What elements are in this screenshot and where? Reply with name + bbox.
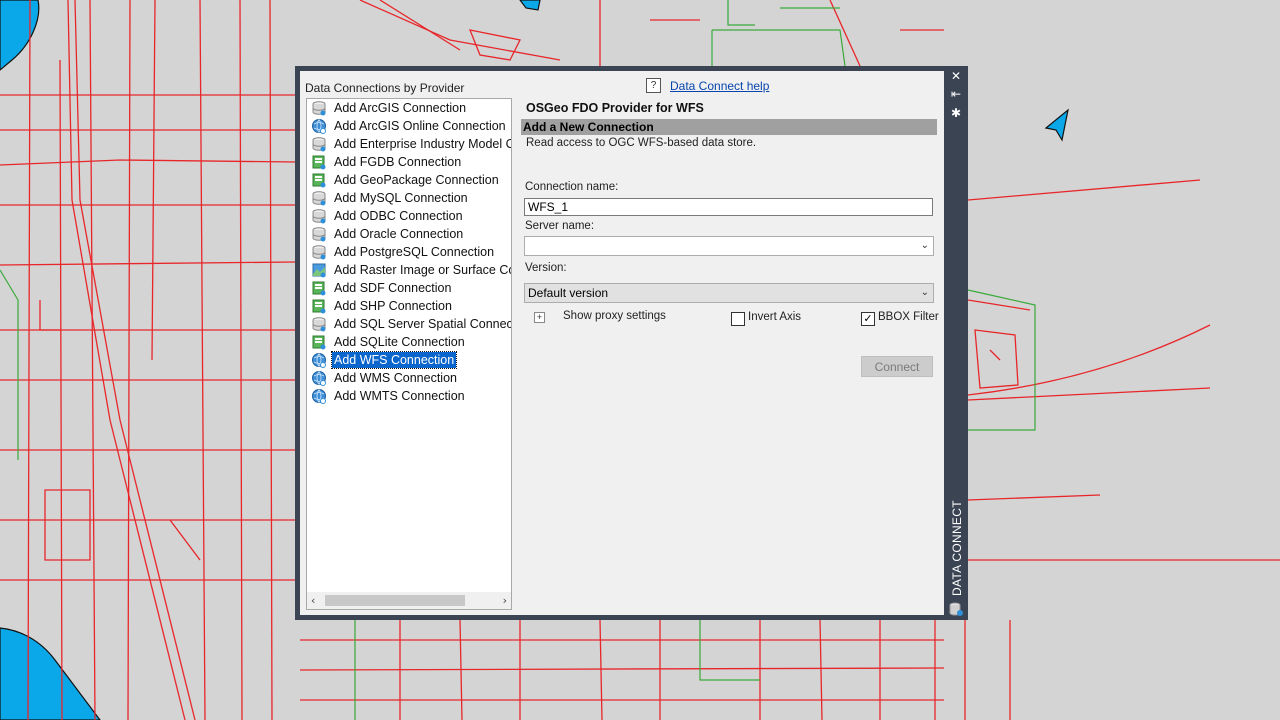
provider-item-label: Add PostgreSQL Connection bbox=[334, 245, 495, 259]
database-icon bbox=[312, 101, 326, 116]
provider-description: Read access to OGC WFS-based data store. bbox=[526, 137, 757, 149]
palette-titlebar[interactable]: ✕ ⇤ ✱ DATA CONNECT bbox=[944, 66, 968, 620]
help-icon[interactable]: ? bbox=[646, 78, 661, 93]
provider-item-label: Add SDF Connection bbox=[334, 281, 452, 295]
connect-button[interactable]: Connect bbox=[861, 356, 933, 377]
provider-item-label: Add Enterprise Industry Model Co bbox=[334, 137, 512, 151]
data-connect-panel: Data Connections by Provider Add WMTS Co… bbox=[300, 71, 944, 615]
provider-item[interactable]: Add Raster Image or Surface Conn bbox=[309, 261, 512, 279]
raster-icon bbox=[312, 263, 326, 278]
lake-top-left bbox=[0, 0, 40, 71]
connection-name-label: Connection name: bbox=[525, 181, 619, 193]
autohide-icon[interactable]: ⇤ bbox=[949, 87, 963, 101]
version-label: Version: bbox=[525, 262, 567, 274]
provider-item[interactable]: Add Enterprise Industry Model Co bbox=[309, 135, 512, 153]
provider-item[interactable]: Add GeoPackage Connection bbox=[309, 171, 511, 189]
provider-item-label: Add FGDB Connection bbox=[334, 155, 462, 169]
section-header: Add a New Connection bbox=[521, 119, 937, 135]
bbox-filter-checkbox[interactable]: ✓ bbox=[861, 312, 875, 326]
provider-item[interactable]: Add WMS Connection bbox=[309, 369, 511, 387]
file-db-icon bbox=[312, 155, 326, 170]
provider-item[interactable]: Add FGDB Connection bbox=[309, 153, 511, 171]
provider-item-label: Add MySQL Connection bbox=[334, 191, 468, 205]
provider-item-label: Add SHP Connection bbox=[334, 299, 452, 313]
provider-item[interactable]: Add SDF Connection bbox=[309, 279, 511, 297]
file-db-icon bbox=[312, 335, 326, 350]
palette-title: DATA CONNECT bbox=[950, 500, 964, 596]
proxy-expand-icon[interactable]: + bbox=[534, 312, 545, 323]
provider-item[interactable]: Add SQLite Connection bbox=[309, 333, 511, 351]
pond-right bbox=[1044, 108, 1069, 142]
provider-item[interactable]: Add WFS Connection bbox=[309, 351, 511, 369]
provider-item-label: Add WMTS Connection bbox=[334, 389, 465, 403]
file-db-icon bbox=[312, 281, 326, 296]
scroll-right-icon[interactable]: › bbox=[503, 594, 507, 607]
chevron-down-icon[interactable]: ⌄ bbox=[921, 287, 929, 298]
data-connect-help-link[interactable]: Data Connect help bbox=[670, 79, 769, 93]
provider-item[interactable]: Add SQL Server Spatial Connectio bbox=[309, 315, 512, 333]
provider-item-label: Add SQLite Connection bbox=[334, 335, 465, 349]
close-icon[interactable]: ✕ bbox=[949, 69, 963, 83]
database-icon bbox=[312, 227, 326, 242]
server-name-combobox[interactable]: ⌄ bbox=[524, 236, 934, 256]
scrollbar-thumb[interactable] bbox=[325, 595, 465, 606]
invert-axis-checkbox[interactable] bbox=[731, 312, 745, 326]
provider-item-label: Add Oracle Connection bbox=[334, 227, 464, 241]
provider-item-label: Add ArcGIS Connection bbox=[334, 101, 467, 115]
globe-icon bbox=[312, 389, 326, 404]
provider-item[interactable]: Add ODBC Connection bbox=[309, 207, 511, 225]
database-icon bbox=[312, 137, 326, 152]
provider-item-label: Add SQL Server Spatial Connectio bbox=[334, 317, 512, 331]
file-db-icon bbox=[312, 173, 326, 188]
bbox-filter-label[interactable]: BBOX Filter bbox=[878, 311, 939, 323]
pond-top bbox=[519, 0, 541, 11]
provider-list[interactable]: Add WMTS Connection Add WMS Connection Add… bbox=[306, 98, 512, 610]
database-icon bbox=[312, 209, 326, 224]
properties-icon[interactable]: ✱ bbox=[949, 106, 963, 120]
provider-item[interactable]: Add WMTS Connection bbox=[309, 387, 511, 405]
server-name-label: Server name: bbox=[525, 220, 595, 232]
provider-item[interactable]: Add SHP Connection bbox=[309, 297, 511, 315]
database-icon bbox=[312, 317, 326, 332]
provider-item[interactable]: Add ArcGIS Online Connection bbox=[309, 117, 511, 135]
provider-item-label: Add GeoPackage Connection bbox=[334, 173, 499, 187]
database-icon bbox=[312, 245, 326, 260]
provider-title: OSGeo FDO Provider for WFS bbox=[526, 101, 704, 115]
invert-axis-label[interactable]: Invert Axis bbox=[748, 311, 801, 323]
version-dropdown[interactable]: Default version ⌄ bbox=[524, 283, 934, 303]
provider-item[interactable]: Add Oracle Connection bbox=[309, 225, 511, 243]
chevron-down-icon[interactable]: ⌄ bbox=[921, 240, 929, 251]
provider-item-label: Add Raster Image or Surface Conn bbox=[334, 263, 512, 277]
provider-item-label: Add ODBC Connection bbox=[334, 209, 463, 223]
show-proxy-settings-label[interactable]: Show proxy settings bbox=[563, 310, 666, 322]
file-db-icon bbox=[312, 299, 326, 314]
globe-icon bbox=[312, 371, 326, 386]
database-icon bbox=[312, 191, 326, 206]
providers-header: Data Connections by Provider bbox=[305, 81, 465, 95]
horizontal-scrollbar[interactable]: ‹ › bbox=[307, 592, 511, 609]
provider-item[interactable]: Add MySQL Connection bbox=[309, 189, 511, 207]
provider-item-label: Add WFS Connection bbox=[330, 351, 458, 369]
connection-name-input[interactable] bbox=[524, 198, 933, 216]
data-connect-database-icon bbox=[949, 602, 963, 616]
scroll-left-icon[interactable]: ‹ bbox=[311, 594, 315, 607]
provider-item-label: Add ArcGIS Online Connection bbox=[334, 119, 506, 133]
lake-bottom-left bbox=[0, 627, 101, 720]
provider-item[interactable]: Add PostgreSQL Connection bbox=[309, 243, 511, 261]
provider-item[interactable]: Add ArcGIS Connection bbox=[309, 99, 511, 117]
globe-icon bbox=[312, 353, 326, 368]
globe-icon bbox=[312, 119, 326, 134]
provider-item-label: Add WMS Connection bbox=[334, 371, 457, 385]
version-value: Default version bbox=[528, 286, 609, 300]
